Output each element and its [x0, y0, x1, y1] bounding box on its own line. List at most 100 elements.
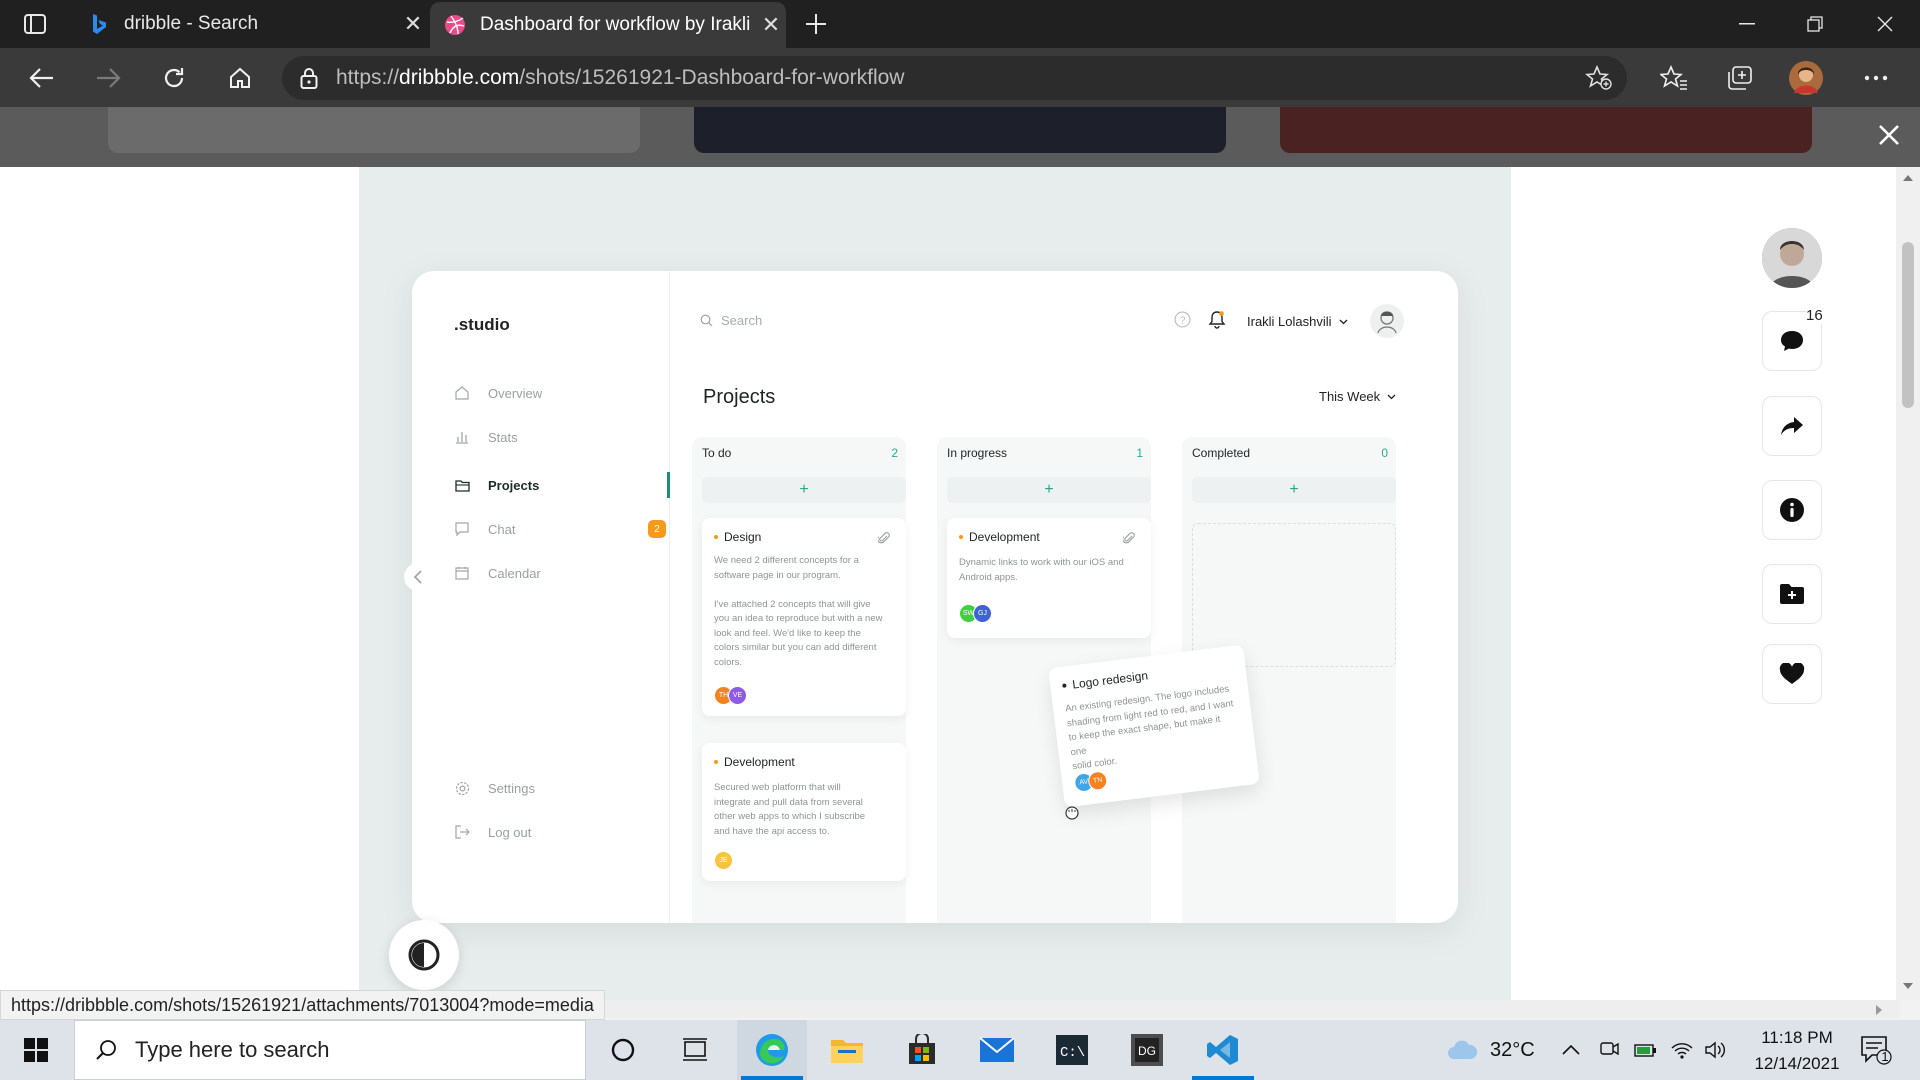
save-to-collection-button[interactable] — [1762, 564, 1822, 624]
profile-avatar[interactable] — [1786, 60, 1826, 96]
close-tab-icon[interactable]: ✕ — [756, 12, 786, 38]
task-view-icon[interactable] — [660, 1020, 730, 1080]
windows-start-icon[interactable] — [0, 1020, 72, 1080]
volume-icon[interactable] — [1704, 1020, 1728, 1080]
collections-icon[interactable] — [1720, 60, 1760, 96]
add-favorite-icon[interactable] — [1584, 64, 1613, 97]
nav-item-logout[interactable]: Log out — [454, 817, 664, 847]
svg-text:DG: DG — [1138, 1044, 1156, 1058]
task-card-development-in-progress[interactable]: Development Dynamic links to work with o… — [947, 518, 1151, 638]
previous-image-button[interactable] — [404, 563, 432, 591]
edge-taskbar-icon[interactable] — [737, 1020, 807, 1080]
close-modal-icon[interactable] — [1874, 120, 1904, 150]
link-status-url: https://dribbble.com/shots/15261921/atta… — [0, 990, 605, 1020]
priority-dot — [959, 535, 963, 539]
close-window-icon[interactable] — [1852, 0, 1918, 48]
assignee-avatar: JE — [714, 851, 733, 870]
nav-label: Chat — [488, 521, 516, 537]
nav-item-stats[interactable]: Stats — [454, 422, 664, 452]
share-button[interactable] — [1762, 396, 1822, 456]
scroll-down-icon[interactable] — [1903, 983, 1913, 989]
close-tab-icon[interactable]: ✕ — [398, 11, 428, 37]
task-card-design[interactable]: Design We need 2 different concepts for … — [702, 518, 906, 716]
comment-icon — [1779, 329, 1805, 353]
user-avatar[interactable] — [1370, 304, 1404, 338]
wifi-icon[interactable] — [1670, 1020, 1694, 1080]
favorites-icon[interactable] — [1654, 60, 1694, 96]
dashboard-mockup: .studio Overview Stats Projects Chat 2 C… — [412, 271, 1458, 923]
battery-icon[interactable] — [1634, 1020, 1658, 1080]
card-title: Development — [959, 530, 1040, 544]
microsoft-store-icon[interactable] — [887, 1020, 957, 1080]
bell-icon[interactable] — [1208, 310, 1226, 334]
card-assignees: JE — [714, 851, 733, 870]
scrollbar-thumb[interactable] — [1902, 242, 1914, 408]
add-card-button[interactable]: + — [702, 477, 906, 503]
like-button[interactable] — [1762, 644, 1822, 704]
grab-cursor-icon — [1064, 805, 1080, 826]
task-card-development[interactable]: Development Secured web platform that wi… — [702, 743, 906, 881]
nav-item-chat[interactable]: Chat 2 — [454, 514, 666, 544]
notification-center-icon[interactable]: 1 — [1860, 1020, 1894, 1080]
datagrip-icon[interactable]: DG — [1112, 1020, 1182, 1080]
tab-dribbble-shot[interactable]: Dashboard for workflow by Irakli Lolashv… — [430, 2, 786, 48]
user-menu[interactable]: Irakli Lolashvili — [1247, 314, 1348, 329]
forward-button[interactable] — [86, 58, 130, 98]
meet-now-icon[interactable] — [1598, 1020, 1620, 1080]
tab-actions-icon[interactable] — [12, 10, 58, 38]
attachment-icon[interactable] — [877, 531, 890, 550]
url-path: /shots/15261921-Dashboard-for-workflow — [519, 66, 905, 89]
home-button[interactable] — [218, 58, 262, 98]
nav-item-settings[interactable]: Settings — [454, 773, 664, 803]
period-dropdown[interactable]: This Week — [1319, 389, 1396, 404]
card-title-text: Logo redesign — [1071, 668, 1149, 692]
attachment-icon[interactable] — [1122, 531, 1135, 550]
system-clock[interactable]: 11:18 PM 12/14/2021 — [1742, 1025, 1852, 1077]
card-title: Development — [714, 755, 795, 769]
terminal-icon[interactable]: C:\ — [1037, 1020, 1107, 1080]
svg-text:?: ? — [1180, 315, 1186, 326]
show-hidden-icons-icon[interactable] — [1562, 1020, 1580, 1080]
cortana-icon[interactable] — [588, 1020, 658, 1080]
add-card-button[interactable]: + — [947, 477, 1151, 503]
lock-icon[interactable] — [282, 67, 336, 89]
taskbar-search-box[interactable]: Type here to search — [74, 1020, 586, 1080]
drop-zone[interactable] — [1192, 523, 1396, 667]
nav-label: Projects — [488, 477, 540, 493]
scroll-up-icon[interactable] — [1903, 175, 1913, 181]
info-button[interactable] — [1762, 480, 1822, 540]
search-icon — [95, 1039, 117, 1061]
nav-item-overview[interactable]: Overview — [454, 378, 664, 408]
task-card-logo-redesign-dragging[interactable]: Logo redesign An existing redesign. The … — [1048, 644, 1260, 808]
browser-tab-bar: dribble - Search ✕ Dashboard for workflo… — [0, 0, 1920, 48]
contrast-toggle-button[interactable] — [389, 920, 459, 990]
scroll-right-icon[interactable] — [1876, 1005, 1882, 1015]
card-description: Dynamic links to work with our iOS and A… — [959, 557, 1124, 583]
tab-bing-search[interactable]: dribble - Search ✕ — [74, 0, 428, 48]
nav-item-calendar[interactable]: Calendar — [454, 558, 664, 588]
heart-icon — [1779, 663, 1805, 685]
help-icon[interactable]: ? — [1174, 311, 1191, 333]
address-bar[interactable]: https://dribbble.com/shots/15261921-Dash… — [282, 56, 1627, 100]
minimize-window-icon[interactable] — [1714, 0, 1780, 48]
designer-avatar[interactable] — [1762, 228, 1822, 288]
nav-label: Settings — [488, 780, 535, 796]
settings-more-icon[interactable] — [1856, 60, 1896, 96]
brand-logo: .studio — [454, 315, 510, 334]
back-button[interactable] — [20, 58, 64, 98]
priority-dot — [1062, 683, 1067, 688]
file-explorer-icon[interactable] — [812, 1020, 882, 1080]
vscode-icon[interactable] — [1188, 1020, 1258, 1080]
mail-icon[interactable] — [962, 1020, 1032, 1080]
nav-item-projects[interactable]: Projects — [454, 470, 664, 500]
restore-window-icon[interactable] — [1782, 0, 1848, 48]
dashboard-sidebar: .studio Overview Stats Projects Chat 2 C… — [412, 271, 670, 923]
new-tab-button[interactable] — [798, 6, 834, 42]
dashboard-search[interactable]: Search — [700, 313, 762, 328]
vertical-scrollbar[interactable] — [1896, 167, 1920, 1000]
add-card-button[interactable]: + — [1192, 477, 1396, 503]
taskbar-search-placeholder: Type here to search — [135, 1037, 330, 1062]
weather-widget[interactable]: 32°C — [1446, 1020, 1535, 1080]
refresh-button[interactable] — [152, 58, 196, 98]
dribbble-icon — [444, 14, 466, 36]
